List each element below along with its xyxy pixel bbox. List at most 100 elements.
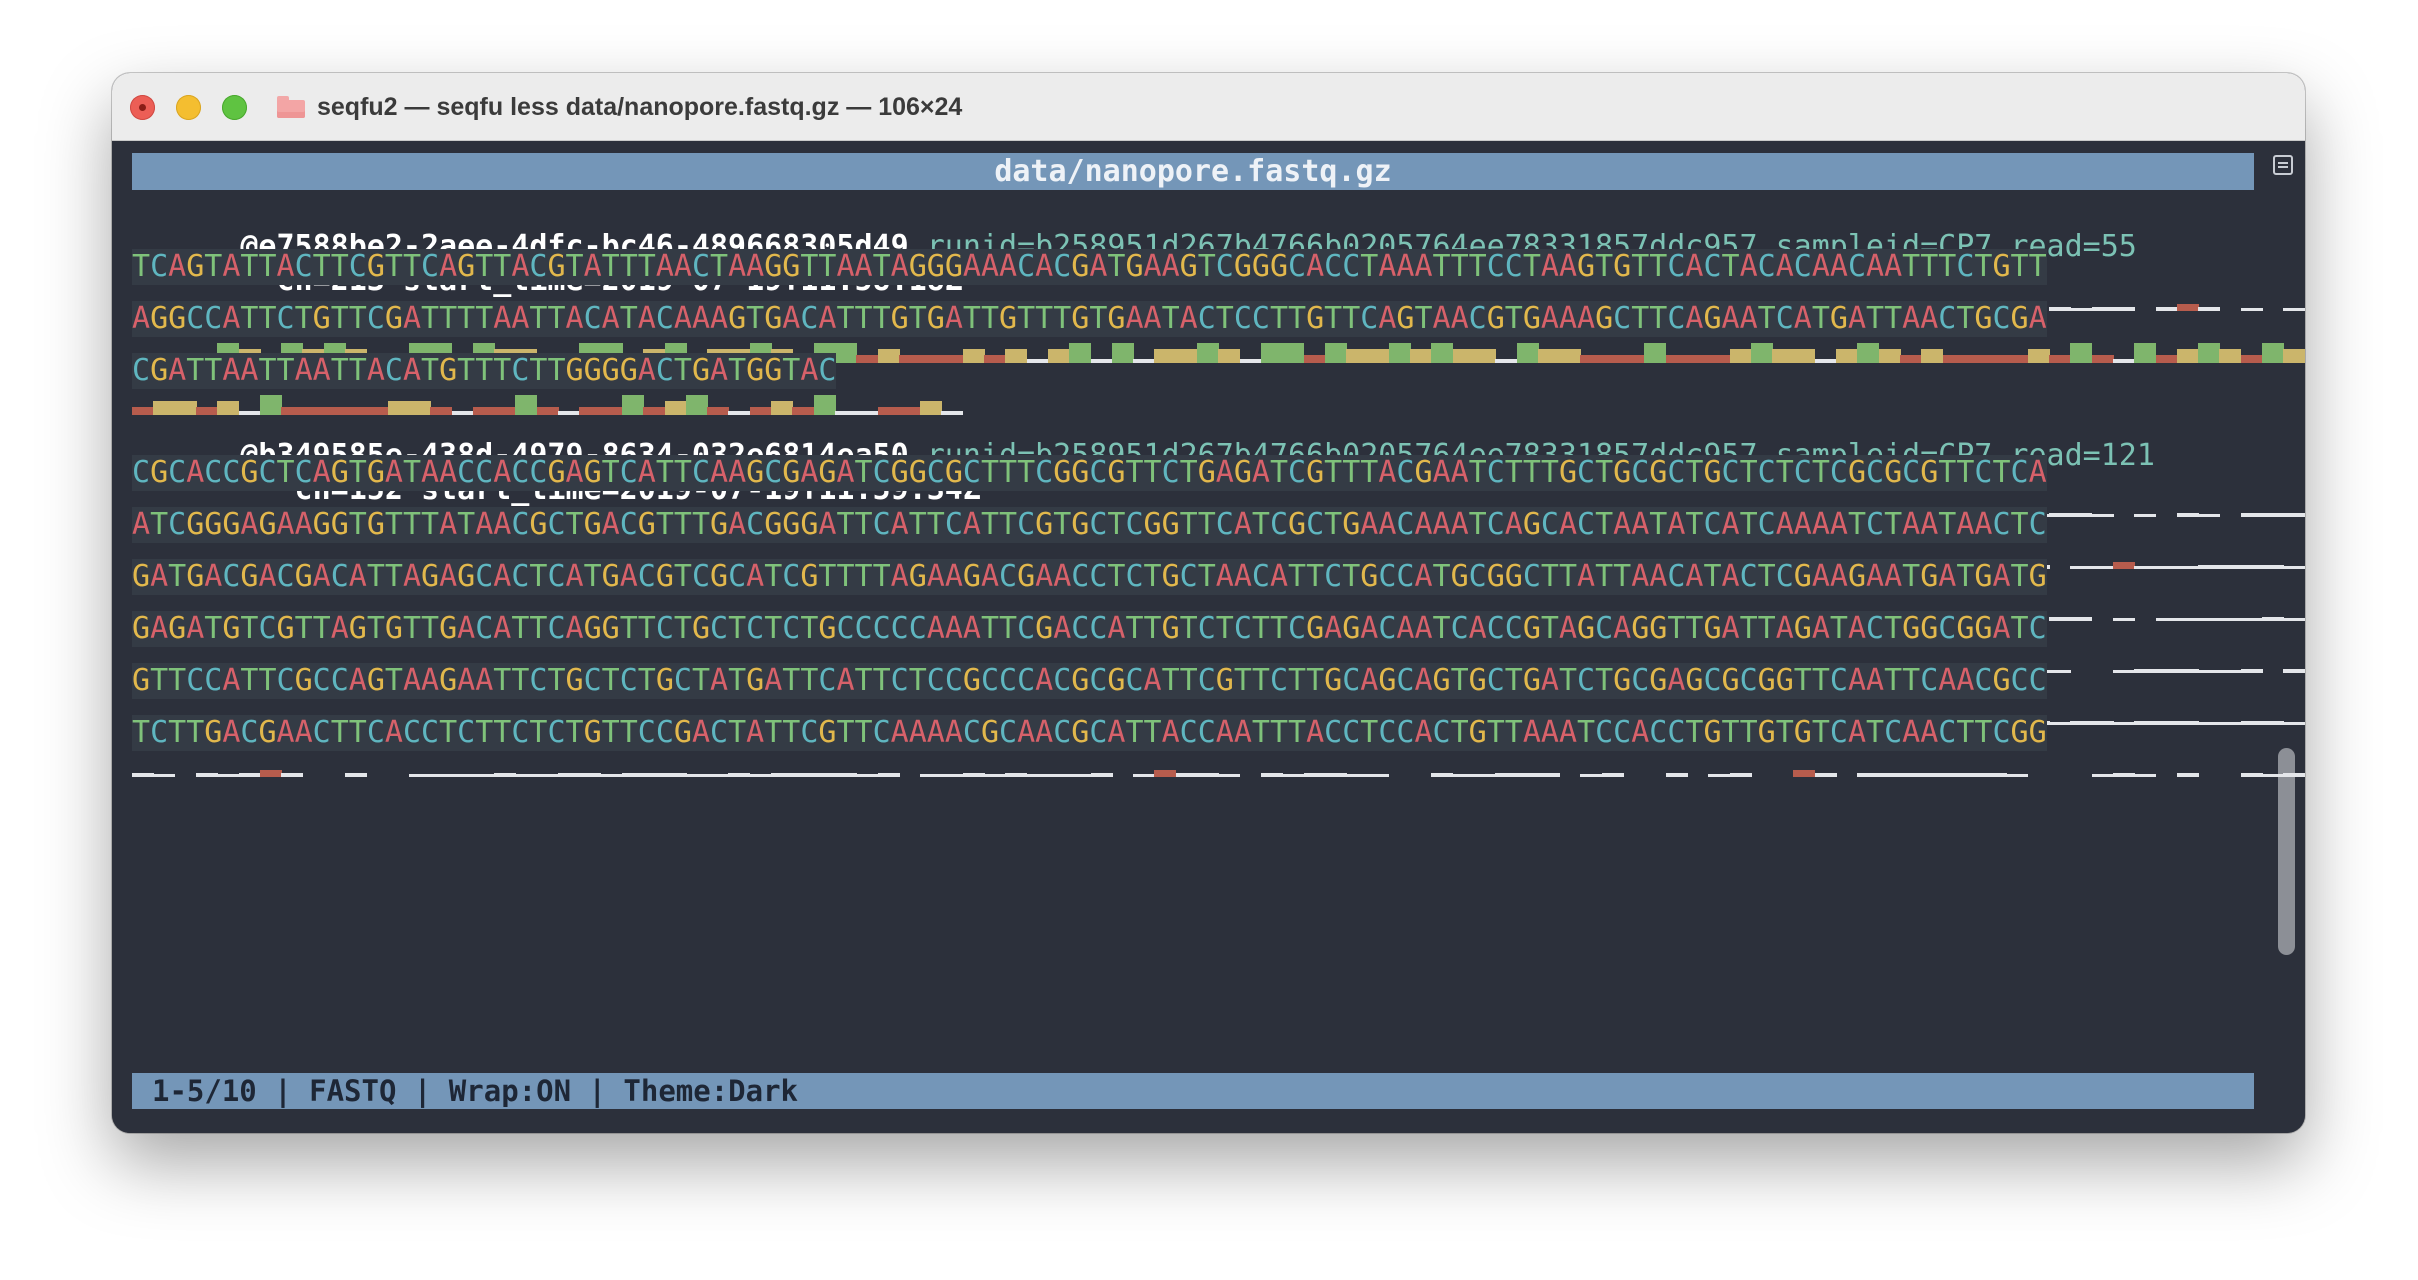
quality-bar (2070, 566, 2093, 569)
quality-bar (2112, 359, 2135, 363)
status-bar: 1-5/10 | FASTQ | Wrap:ON | Theme:Dark (132, 1073, 2254, 1109)
quality-bar (2091, 721, 2114, 725)
minimize-button[interactable] (176, 95, 201, 120)
quality-bar (2070, 308, 2093, 311)
quality-bar (558, 773, 580, 777)
quality-bar (2240, 355, 2263, 363)
quality-bar (685, 774, 708, 777)
sequence-line: TCTTGACGAACTTCACCTCTTCTCTGTTCCGACTATTCGT… (132, 715, 2047, 751)
quality-bar (1452, 774, 1475, 777)
quality-bar (195, 773, 218, 777)
quality-bar (1218, 774, 1241, 777)
quality-bar (2240, 513, 2263, 517)
quality-bar (1047, 349, 1070, 363)
quality-bar (2219, 308, 2241, 311)
quality-bar (2070, 513, 2093, 517)
quality-bar (2155, 721, 2178, 725)
quality-bar (2049, 355, 2071, 363)
quality-bar (281, 773, 304, 777)
quality-bar (2155, 618, 2178, 621)
title-bar: seqfu2 — seqfu less data/nanopore.fastq.… (112, 73, 2305, 141)
quality-bar (1836, 774, 1858, 777)
quality-bar (1324, 343, 1347, 363)
quality-bar (1069, 343, 1092, 363)
quality-bar (2219, 514, 2241, 517)
quality-bar (1580, 774, 1603, 777)
quality-bar (2112, 670, 2135, 673)
quality-bar (2091, 774, 2114, 777)
quality-bar (1260, 773, 1283, 777)
folder-icon (277, 96, 305, 118)
quality-bar (1942, 355, 1965, 363)
quality-bar (1388, 343, 1411, 363)
quality-bar (2198, 343, 2221, 363)
quality-bar (1878, 773, 1901, 777)
quality-bar (259, 770, 282, 777)
quality-bar (2219, 565, 2242, 569)
sequence-line: AGGCCATTCTGTTCGATTTTAATTACATACAAAGTGACAT… (132, 301, 2047, 337)
quality-bar (2134, 721, 2157, 725)
quality-bar (1708, 774, 1731, 777)
quality-bar (1282, 343, 1305, 363)
quality-bar (238, 773, 261, 777)
quality-bar (2091, 307, 2114, 311)
zoom-button[interactable] (222, 95, 247, 120)
quality-bar (962, 349, 985, 363)
quality-bar (2049, 670, 2071, 673)
quality-bar (1346, 774, 1369, 777)
quality-bar (175, 774, 197, 777)
quality-bar (1601, 773, 1624, 777)
quality-bar (941, 774, 964, 777)
quality-bar (877, 773, 900, 777)
quality-bar (707, 774, 730, 777)
quality-bar (1346, 349, 1369, 363)
quality-bar (1665, 773, 1688, 777)
quality-bar (2283, 722, 2305, 725)
quality-bar (1985, 773, 2008, 777)
quality-bar (153, 774, 176, 777)
quality-bar (2134, 618, 2156, 621)
quality-bar (1005, 773, 1028, 777)
quality-bar (2006, 355, 2029, 363)
quality-bar (1537, 349, 1560, 363)
quality-bar (388, 774, 410, 777)
quality-bar (2283, 308, 2305, 311)
quality-bar (1495, 773, 1518, 777)
quality-bar (2219, 670, 2242, 673)
quality-bar (1111, 343, 1134, 363)
window-title: seqfu2 — seqfu less data/nanopore.fastq.… (317, 93, 963, 121)
quality-bar (1559, 349, 1582, 363)
scrollbar-menu-icon[interactable] (2273, 155, 2293, 175)
quality-bar (2219, 722, 2242, 725)
quality-bar (2091, 355, 2114, 363)
quality-bar (1729, 773, 1752, 777)
quality-bar (2049, 307, 2071, 311)
quality-bar (2049, 617, 2071, 621)
quality-bar (324, 774, 346, 777)
quality-bar (2070, 774, 2092, 777)
quality-bar (2112, 722, 2135, 725)
quality-bar (898, 355, 921, 363)
quality-bar (408, 774, 431, 777)
quality-bar (643, 773, 666, 777)
scrollbar-thumb[interactable] (2278, 748, 2295, 955)
quality-bar (2198, 565, 2221, 569)
quality-bar (1516, 343, 1539, 363)
quality-bar (2240, 669, 2263, 673)
quality-bar (920, 774, 943, 777)
quality-bar (2240, 565, 2263, 569)
quality-bar (2091, 566, 2114, 569)
quality-bar (2155, 566, 2178, 569)
quality-bar (1729, 349, 1752, 363)
quality-bar (2262, 565, 2284, 569)
quality-bar (899, 774, 921, 777)
quality-bar (1240, 774, 1262, 777)
file-header-bar: data/nanopore.fastq.gz (132, 153, 2254, 190)
quality-bar (2240, 618, 2263, 621)
close-button[interactable] (130, 95, 155, 120)
terminal-content[interactable]: data/nanopore.fastq.gz @e7588be2-2aee-4d… (112, 141, 2305, 1133)
quality-bar (1878, 349, 1901, 363)
quality-bar (2134, 343, 2157, 363)
quality-bar (2262, 774, 2284, 777)
quality-bar (1431, 343, 1454, 363)
